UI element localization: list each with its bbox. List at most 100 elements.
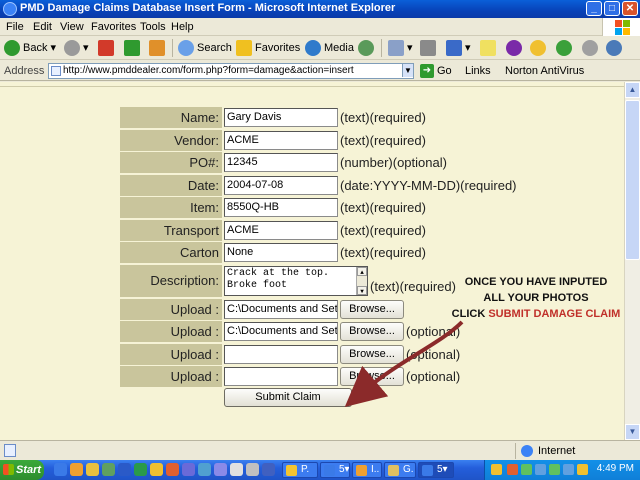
search-button[interactable]: Search (178, 39, 232, 57)
tray-app-icon[interactable] (535, 464, 546, 475)
item-input[interactable]: 8550Q-HB (224, 198, 338, 217)
scroll-up-icon[interactable]: ▲ (357, 267, 367, 276)
upload-2-input[interactable]: C:\Documents and Setti (224, 322, 338, 341)
refresh-button[interactable] (124, 39, 143, 57)
go-button[interactable]: ➜ Go (420, 64, 452, 78)
page-scrollbar[interactable]: ▲ ▼ (624, 82, 640, 440)
back-button[interactable]: Back ▾ (4, 39, 56, 57)
system-tray: 4:49 PM (484, 460, 640, 480)
history-button[interactable] (358, 39, 377, 57)
menu-help[interactable]: Help (171, 21, 194, 33)
tray-app-icon[interactable] (577, 464, 588, 475)
quicklaunch-folder-icon[interactable] (86, 463, 99, 476)
quicklaunch-app-icon[interactable] (214, 463, 227, 476)
tray-app-icon[interactable] (521, 464, 532, 475)
menu-view[interactable]: View (60, 21, 84, 33)
quicklaunch-app-icon[interactable] (182, 463, 195, 476)
messenger-button[interactable] (556, 39, 575, 57)
po-input[interactable]: 12345 (224, 153, 338, 172)
yahoo-button[interactable] (506, 39, 525, 57)
quicklaunch-app-icon[interactable] (166, 463, 179, 476)
taskbar-task-3[interactable]: I.. (352, 462, 382, 478)
taskbar-task-4[interactable]: G. (384, 462, 416, 478)
home-button[interactable] (149, 39, 168, 57)
upload-4-browse-button[interactable]: Browse... (340, 367, 404, 386)
stop-button[interactable] (98, 39, 117, 57)
upload-1-browse-button[interactable]: Browse... (340, 300, 404, 319)
carton-damage-label: Carton Damage?: (120, 242, 222, 281)
instruction-annotation: ONCE YOU HAVE INPUTED ALL YOUR PHOTOS CL… (448, 274, 624, 322)
word-icon (446, 40, 462, 57)
vendor-hint: (text)(required) (340, 133, 426, 148)
menu-favorites[interactable]: Favorites (91, 21, 136, 33)
quicklaunch-ie-icon[interactable] (54, 463, 67, 476)
forward-button[interactable]: ▾ (64, 39, 89, 57)
description-hint: (text)(required) (370, 279, 456, 294)
upload-3-input[interactable] (224, 345, 338, 364)
note-button[interactable] (480, 39, 499, 57)
quicklaunch-word-icon[interactable] (118, 463, 131, 476)
taskbar-task-2[interactable]: 5▾ (320, 462, 350, 478)
clock[interactable]: 4:49 PM (597, 463, 634, 474)
quicklaunch-messenger-icon[interactable] (150, 463, 163, 476)
name-input[interactable]: Gary Davis (224, 108, 338, 127)
back-label: Back (23, 42, 48, 54)
maximize-button[interactable]: □ (604, 1, 620, 16)
menu-tools[interactable]: Tools (140, 21, 166, 33)
research-button[interactable] (606, 39, 625, 57)
print-button[interactable] (420, 39, 439, 57)
close-button[interactable]: ✕ (622, 1, 638, 16)
task-label: G. (403, 464, 414, 475)
star-icon (236, 40, 252, 57)
tray-app-icon[interactable] (563, 464, 574, 475)
scroll-down-icon[interactable]: ▼ (625, 424, 640, 440)
quicklaunch-app-icon[interactable] (198, 463, 211, 476)
quicklaunch-app-icon[interactable] (230, 463, 243, 476)
quicklaunch-outlook-icon[interactable] (70, 463, 83, 476)
menu-file[interactable]: File (6, 21, 24, 33)
address-input[interactable]: http://www.pmddealer.com/form.php?form=d… (48, 63, 414, 79)
textarea-scrollbar[interactable]: ▲ ▼ (356, 267, 367, 295)
upload-2-browse-button[interactable]: Browse... (340, 322, 404, 341)
start-button[interactable]: Start (0, 460, 44, 480)
norton-antivirus-button[interactable]: Norton AntiVirus (505, 65, 584, 77)
smiley-button[interactable] (530, 39, 549, 57)
quicklaunch-app-icon[interactable] (246, 463, 259, 476)
favorites-button[interactable]: Favorites (236, 39, 300, 57)
submit-claim-button[interactable]: Submit Claim (224, 388, 352, 407)
media-button[interactable]: Media (305, 39, 354, 57)
refresh-icon (124, 40, 140, 57)
scroll-up-icon[interactable]: ▲ (625, 82, 640, 98)
upload-4-input[interactable] (224, 367, 338, 386)
tray-app-icon[interactable] (549, 464, 560, 475)
discuss-button[interactable] (582, 39, 601, 57)
po-label: PO#: (120, 152, 222, 173)
address-dropdown-icon[interactable]: ▼ (402, 64, 413, 77)
status-bar: Internet (0, 440, 640, 460)
taskbar-task-1[interactable]: P. (282, 462, 318, 478)
standard-toolbar: Back ▾ ▾ Search Favorites Media ▾ ▾ (0, 36, 640, 60)
date-input[interactable]: 2004-07-08 (224, 176, 338, 195)
transport-carrier-input[interactable]: ACME (224, 221, 338, 240)
upload-3-browse-button[interactable]: Browse... (340, 345, 404, 364)
minimize-button[interactable]: _ (586, 1, 602, 16)
taskbar-task-5[interactable]: 5▾ (418, 462, 454, 478)
carton-damage-input[interactable]: None (224, 243, 338, 262)
upload-1-input[interactable]: C:\Documents and Setti (224, 300, 338, 319)
quicklaunch-media-icon[interactable] (102, 463, 115, 476)
edit-button[interactable]: ▾ (446, 39, 471, 57)
title-bar: PMD Damage Claims Database Insert Form -… (0, 0, 640, 18)
tray-app-icon[interactable] (507, 464, 518, 475)
mail-button[interactable]: ▾ (388, 39, 413, 57)
task-label: I.. (371, 464, 380, 475)
scrollbar-thumb[interactable] (625, 100, 640, 260)
scroll-down-icon[interactable]: ▼ (357, 286, 367, 295)
links-button[interactable]: Links (465, 65, 491, 77)
tray-expand-icon[interactable] (491, 464, 502, 475)
vendor-input[interactable]: ACME (224, 131, 338, 150)
quicklaunch-excel-icon[interactable] (134, 463, 147, 476)
upload-2-label: Upload : (120, 321, 222, 342)
description-textarea[interactable]: Crack at the top. Broke foot ▲ ▼ (224, 266, 368, 296)
menu-edit[interactable]: Edit (33, 21, 52, 33)
quicklaunch-app-icon[interactable] (262, 463, 275, 476)
